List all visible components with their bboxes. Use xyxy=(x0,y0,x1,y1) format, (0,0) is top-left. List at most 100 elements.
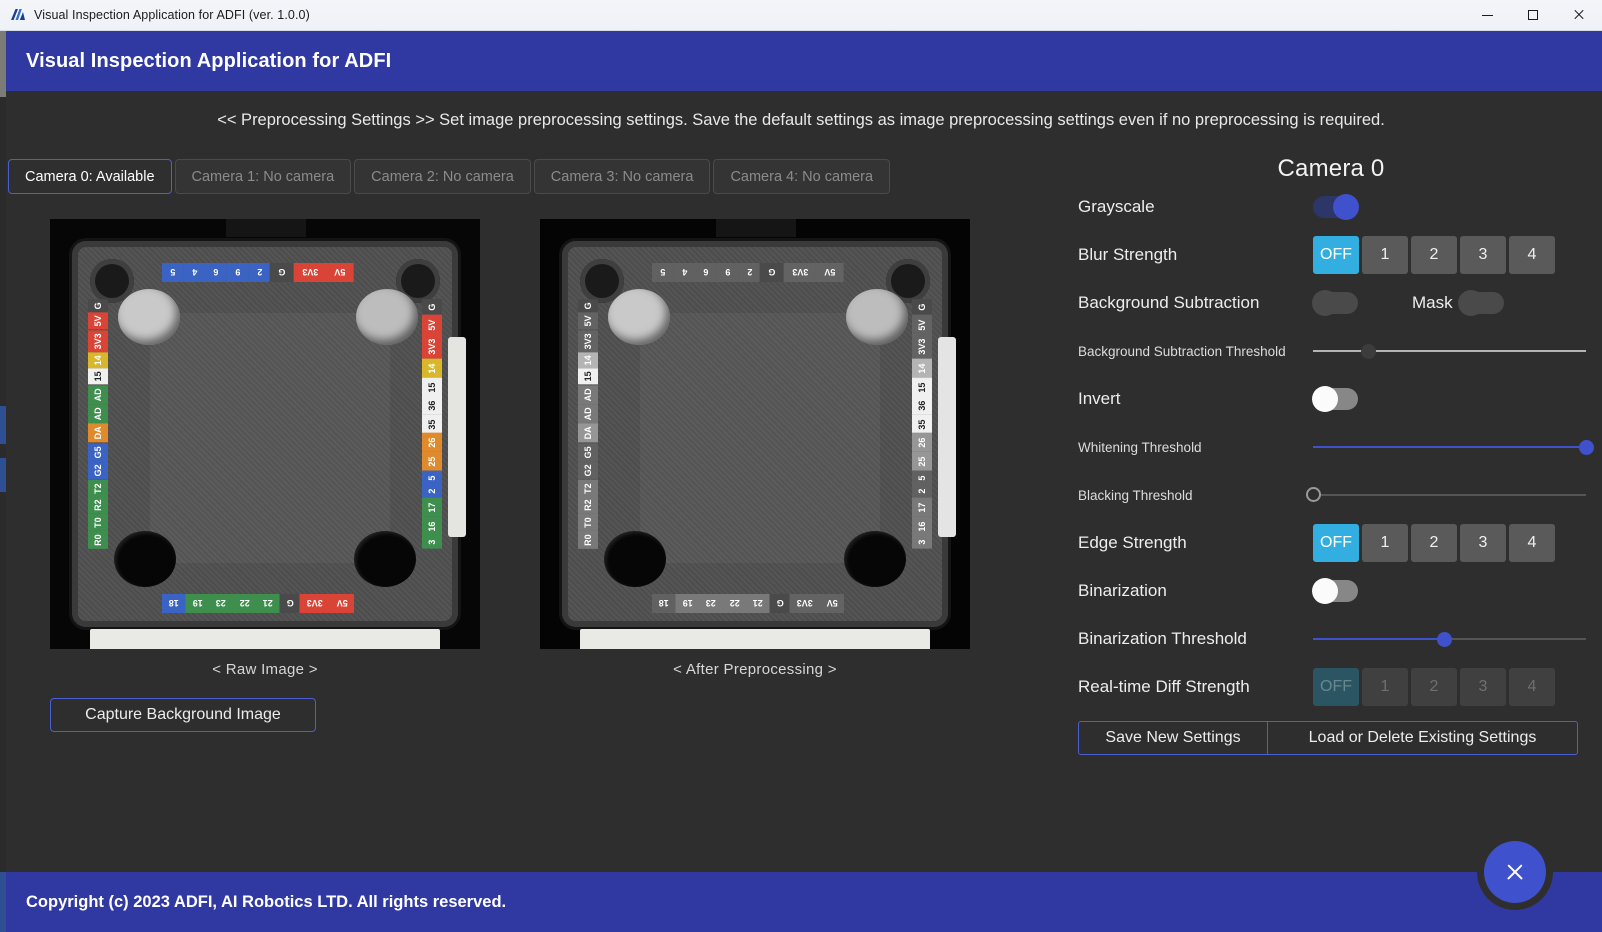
blur-strength-option-4[interactable]: 4 xyxy=(1509,236,1555,274)
scroll-segment xyxy=(0,872,6,932)
label-strip-right: G 5V 3V3 14 15 36 35 26 25 5 2 17 16 3 xyxy=(912,299,932,549)
capture-background-image-button[interactable]: Capture Background Image xyxy=(50,698,316,732)
scroll-segment xyxy=(0,458,6,492)
edge-strength-option-1[interactable]: 1 xyxy=(1362,524,1408,562)
raw-image-preview[interactable]: 5 4 6 9 2 G 3V3 5V 18 19 23 22 21 G 3V3 5V G 5V 3V3 14 15 A… xyxy=(50,219,480,649)
tab-label: Camera 2: No camera xyxy=(371,168,514,185)
preview-pane: Camera 0: Available Camera 1: No camera … xyxy=(0,149,1204,932)
binarization-toggle[interactable] xyxy=(1312,578,1358,604)
save-new-settings-button[interactable]: Save New Settings xyxy=(1078,721,1268,755)
label-strip-cell: 25 xyxy=(912,452,932,471)
edge-strength-option-2[interactable]: 2 xyxy=(1411,524,1457,562)
toggle-knob xyxy=(1312,386,1338,412)
blur-strength-option-3[interactable]: 3 xyxy=(1460,236,1506,274)
tab-camera-3[interactable]: Camera 3: No camera xyxy=(533,159,711,194)
label-strip-cell: 16 xyxy=(422,516,442,536)
minimize-button[interactable] xyxy=(1464,0,1510,31)
plate-inner-area xyxy=(640,313,880,563)
slider-knob[interactable] xyxy=(1306,487,1321,502)
label-strip-cell: 5V xyxy=(912,314,932,335)
label-strip-cell: 26 xyxy=(912,433,932,453)
edge-strength-option-off[interactable]: OFF xyxy=(1313,524,1359,562)
label-strip-cell: 3V3 xyxy=(422,334,442,359)
blur-strength-option-2[interactable]: 2 xyxy=(1411,236,1457,274)
bore-hole xyxy=(118,289,180,345)
label-strip-bottom: 18 19 23 22 21 G 3V3 5V xyxy=(652,594,844,613)
edge-strength-option-3[interactable]: 3 xyxy=(1460,524,1506,562)
label-strip-cell: 5V xyxy=(329,594,354,613)
binarization-label: Binarization xyxy=(1078,581,1167,600)
window-close-button[interactable] xyxy=(1556,0,1602,31)
label-strip-cell: 22 xyxy=(722,594,746,613)
realtime-diff-strength-segmented: OFF 1 2 3 4 xyxy=(1313,668,1555,706)
tab-camera-2[interactable]: Camera 2: No camera xyxy=(354,159,531,194)
background-subtraction-row: Background Subtraction Mask xyxy=(1060,279,1602,327)
slider-knob[interactable] xyxy=(1579,440,1594,455)
invert-row: Invert xyxy=(1060,375,1602,423)
blur-strength-option-1[interactable]: 1 xyxy=(1362,236,1408,274)
background-subtraction-threshold-slider[interactable] xyxy=(1313,340,1586,362)
processed-image-preview[interactable]: 5 4 6 9 2 G 3V3 5V 18 19 23 22 21 G 3V3 5V G 5V 3V3 14 15 A… xyxy=(540,219,970,649)
label-strip-cell: 23 xyxy=(209,594,233,613)
tab-label: Camera 4: No camera xyxy=(730,168,874,185)
close-fab-button[interactable] xyxy=(1484,841,1546,903)
label-strip-cell: G xyxy=(279,594,300,613)
label-strip-cell: 4 xyxy=(673,263,696,282)
window-titlebar: Visual Inspection Application for ADFI (… xyxy=(0,0,1602,31)
minimize-icon xyxy=(1481,14,1493,16)
label-strip-cell: 19 xyxy=(675,594,699,613)
load-delete-settings-button[interactable]: Load or Delete Existing Settings xyxy=(1268,721,1578,755)
label-strip-cell: 19 xyxy=(185,594,209,613)
white-edge-bar xyxy=(448,337,466,537)
label-strip-cell: 6 xyxy=(205,263,227,282)
label-strip-cell: 14 xyxy=(88,352,108,369)
fixture-nub xyxy=(226,219,306,237)
label-strip-cell: 25 xyxy=(422,452,442,471)
slider-fill xyxy=(1313,350,1368,352)
label-strip-cell: 15 xyxy=(912,377,932,397)
label-strip-cell: 35 xyxy=(912,414,932,434)
maximize-button[interactable] xyxy=(1510,0,1556,31)
label-strip-cell: 18 xyxy=(162,594,186,613)
tab-label: Camera 3: No camera xyxy=(550,168,694,185)
capture-button-label: Capture Background Image xyxy=(85,706,281,723)
toggle-knob xyxy=(1333,194,1359,220)
realtime-diff-strength-option-2: 2 xyxy=(1411,668,1457,706)
invert-toggle[interactable] xyxy=(1312,386,1358,412)
label-strip-left: G 5V 3V3 14 15 AD AD DA G5 G2 T2 R2 T0 R0 xyxy=(88,299,108,549)
blacking-threshold-label: Blacking Threshold xyxy=(1078,487,1193,503)
label-strip-cell: G xyxy=(760,263,784,282)
edge-strength-option-4[interactable]: 4 xyxy=(1509,524,1555,562)
label-strip-cell: 15 xyxy=(422,377,442,397)
blur-strength-option-off[interactable]: OFF xyxy=(1313,236,1359,274)
tab-camera-1[interactable]: Camera 1: No camera xyxy=(174,159,352,194)
label-strip-cell: 14 xyxy=(578,352,598,369)
white-base-bar xyxy=(580,629,930,649)
tab-camera-0[interactable]: Camera 0: Available xyxy=(8,159,172,194)
left-scrollbar-strip[interactable] xyxy=(0,31,6,932)
slider-knob[interactable] xyxy=(1360,344,1376,359)
tab-camera-4[interactable]: Camera 4: No camera xyxy=(713,159,891,194)
blacking-threshold-slider[interactable] xyxy=(1306,484,1586,506)
background-subtraction-toggle[interactable] xyxy=(1312,290,1358,316)
whitening-threshold-row: Whitening Threshold xyxy=(1060,423,1602,471)
mask-toggle[interactable] xyxy=(1457,290,1504,316)
label-strip-bottom: 18 19 23 22 21 G 3V3 5V xyxy=(162,594,354,613)
metal-plate: 5 4 6 9 2 G 3V3 5V 18 19 23 22 21 G 3V3 5V G 5V 3V3 14 15 A… xyxy=(72,241,466,627)
tab-label: Camera 1: No camera xyxy=(191,168,335,185)
tab-label: Camera 0: Available xyxy=(25,168,155,185)
toggle-knob xyxy=(1312,578,1338,604)
save-settings-label: Save New Settings xyxy=(1105,729,1241,746)
label-strip-cell: 5V xyxy=(578,312,598,330)
main-content: Camera 0: Available Camera 1: No camera … xyxy=(0,149,1602,932)
label-strip-cell: 3 xyxy=(912,535,932,549)
binarization-threshold-slider[interactable] xyxy=(1313,628,1586,650)
grayscale-toggle[interactable] xyxy=(1313,194,1359,220)
label-strip-cell: G xyxy=(769,594,790,613)
slider-knob[interactable] xyxy=(1437,632,1453,647)
label-strip-cell: 3V3 xyxy=(578,329,598,353)
whitening-threshold-slider[interactable] xyxy=(1313,436,1594,458)
bore-hole xyxy=(604,531,666,587)
realtime-diff-strength-option-3: 3 xyxy=(1460,668,1506,706)
white-base-bar xyxy=(90,629,440,649)
